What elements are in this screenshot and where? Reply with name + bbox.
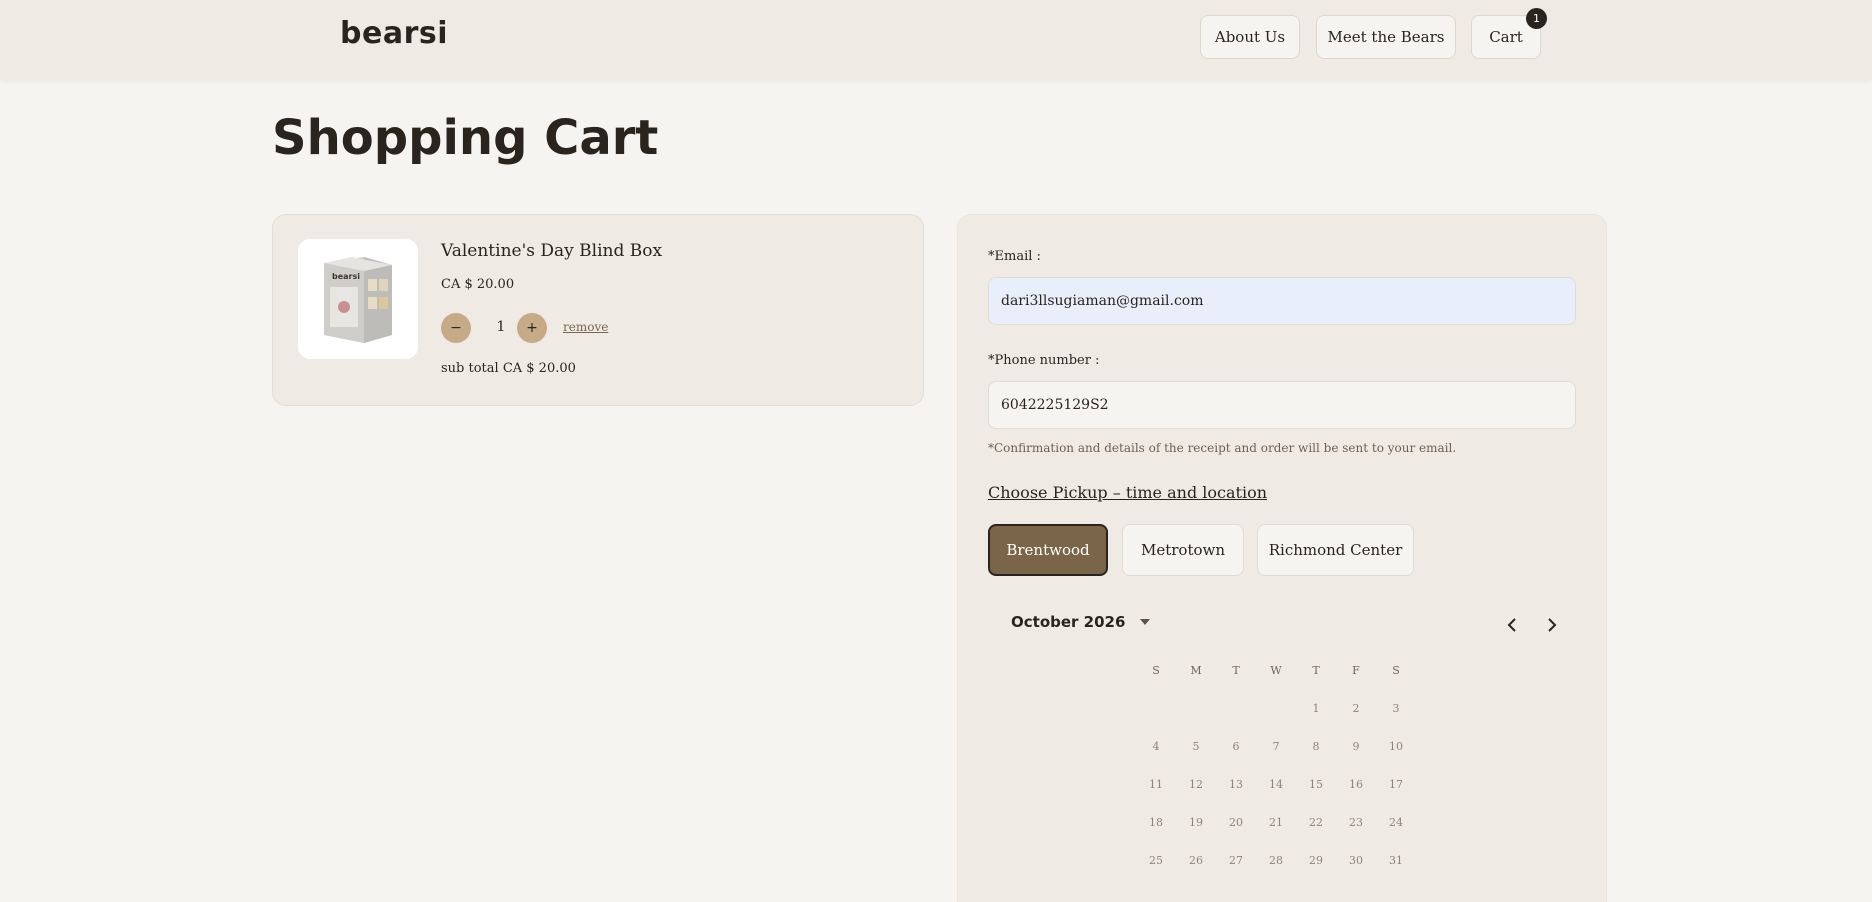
calendar-day[interactable]: 2 [1336,702,1376,715]
calendar-day[interactable]: 16 [1336,778,1376,791]
cart-count-badge: 1 [1526,8,1547,29]
calendar-day[interactable]: 8 [1296,740,1336,753]
calendar-day[interactable]: 4 [1136,740,1176,753]
location-richmond-center-button[interactable]: Richmond Center [1257,524,1414,576]
calendar-day[interactable]: 18 [1136,816,1176,829]
calendar-day[interactable]: 13 [1216,778,1256,791]
confirmation-note: *Confirmation and details of the receipt… [988,441,1457,455]
calendar-prev-month-button[interactable] [1498,611,1526,639]
calendar-week-row: 18 19 20 21 22 23 24 [1136,803,1416,841]
remove-item-link[interactable]: remove [563,320,608,334]
product-name[interactable]: Valentine's Day Blind Box [441,241,662,261]
weekday-label: T [1232,663,1240,677]
email-field[interactable]: dari3llsugiaman@gmail.com [988,277,1576,325]
box-logo-text: bearsi [332,272,360,281]
nav-meet-the-bears-button[interactable]: Meet the Bears [1316,15,1456,59]
calendar-next-month-button[interactable] [1538,611,1566,639]
weekday-label: S [1392,663,1400,677]
calendar-month-label: October 2026 [1011,613,1126,631]
quantity-increment-button[interactable]: + [517,313,547,343]
calendar-day[interactable]: 3 [1376,702,1416,715]
calendar-week-row: 25 26 27 28 29 30 31 [1136,841,1416,879]
weekday-label: S [1152,663,1160,677]
location-brentwood-button[interactable]: Brentwood [988,524,1108,576]
calendar-day[interactable]: 17 [1376,778,1416,791]
calendar-day[interactable]: 9 [1336,740,1376,753]
calendar-day[interactable]: 21 [1256,816,1296,829]
weekday-label: W [1270,663,1282,677]
calendar-day[interactable]: 7 [1256,740,1296,753]
item-subtotal: sub total CA $ 20.00 [441,361,576,376]
pickup-section-title: Choose Pickup – time and location [988,483,1268,502]
calendar-day[interactable]: 15 [1296,778,1336,791]
calendar-day[interactable]: 20 [1216,816,1256,829]
blind-box-product-image: bearsi [324,257,392,343]
calendar-day[interactable]: 11 [1136,778,1176,791]
calendar-week-row: 4 5 6 7 8 9 10 [1136,727,1416,765]
page-title: Shopping Cart [272,110,659,166]
calendar-day[interactable]: 1 [1296,702,1336,715]
email-label: *Email : [988,249,1041,264]
chevron-left-icon [1507,618,1516,632]
calendar-day[interactable]: 27 [1216,854,1256,867]
nav-about-us-button[interactable]: About Us [1200,15,1300,59]
calendar-day[interactable]: 30 [1336,854,1376,867]
calendar-day[interactable]: 24 [1376,816,1416,829]
calendar-day[interactable]: 28 [1256,854,1296,867]
brand-logo[interactable]: bearsi [340,16,448,51]
calendar-day[interactable]: 12 [1176,778,1216,791]
calendar-month-selector[interactable]: October 2026 [1011,613,1151,631]
calendar-weekday-row: S M T W T F S [1136,651,1416,689]
calendar-day[interactable]: 29 [1296,854,1336,867]
top-header: bearsi About Us Meet the Bears Cart 1 [0,0,1872,80]
calendar-day[interactable]: 6 [1216,740,1256,753]
product-thumbnail[interactable]: bearsi [298,239,418,359]
calendar-day[interactable]: 26 [1176,854,1216,867]
cart-item-card: bearsi Valentine's Day Blind Box CA $ 20… [272,214,924,406]
calendar-day[interactable]: 23 [1336,816,1376,829]
calendar-day[interactable]: 19 [1176,816,1216,829]
calendar-day[interactable]: 22 [1296,816,1336,829]
checkout-panel: *Email : dari3llsugiaman@gmail.com *Phon… [957,214,1607,902]
location-metrotown-button[interactable]: Metrotown [1122,524,1244,576]
calendar-day[interactable]: 31 [1376,854,1416,867]
calendar-week-row: 11 12 13 14 15 16 17 [1136,765,1416,803]
calendar-day[interactable]: 5 [1176,740,1216,753]
quantity-decrement-button[interactable]: − [441,313,471,343]
calendar-day[interactable]: 14 [1256,778,1296,791]
calendar-grid: S M T W T F S 1 2 3 4 5 6 7 8 9 10 11 12… [1136,651,1416,879]
calendar-week-row: 1 2 3 [1136,689,1416,727]
weekday-label: F [1352,663,1360,677]
phone-label: *Phone number : [988,353,1100,368]
phone-field[interactable]: 6042225129S2 [988,381,1576,429]
weekday-label: T [1312,663,1320,677]
chevron-right-icon [1548,618,1557,632]
chevron-down-icon [1140,619,1151,625]
calendar-day[interactable]: 25 [1136,854,1176,867]
product-price: CA $ 20.00 [441,277,515,292]
quantity-value: 1 [496,319,506,335]
calendar-day[interactable]: 10 [1376,740,1416,753]
weekday-label: M [1190,663,1202,677]
